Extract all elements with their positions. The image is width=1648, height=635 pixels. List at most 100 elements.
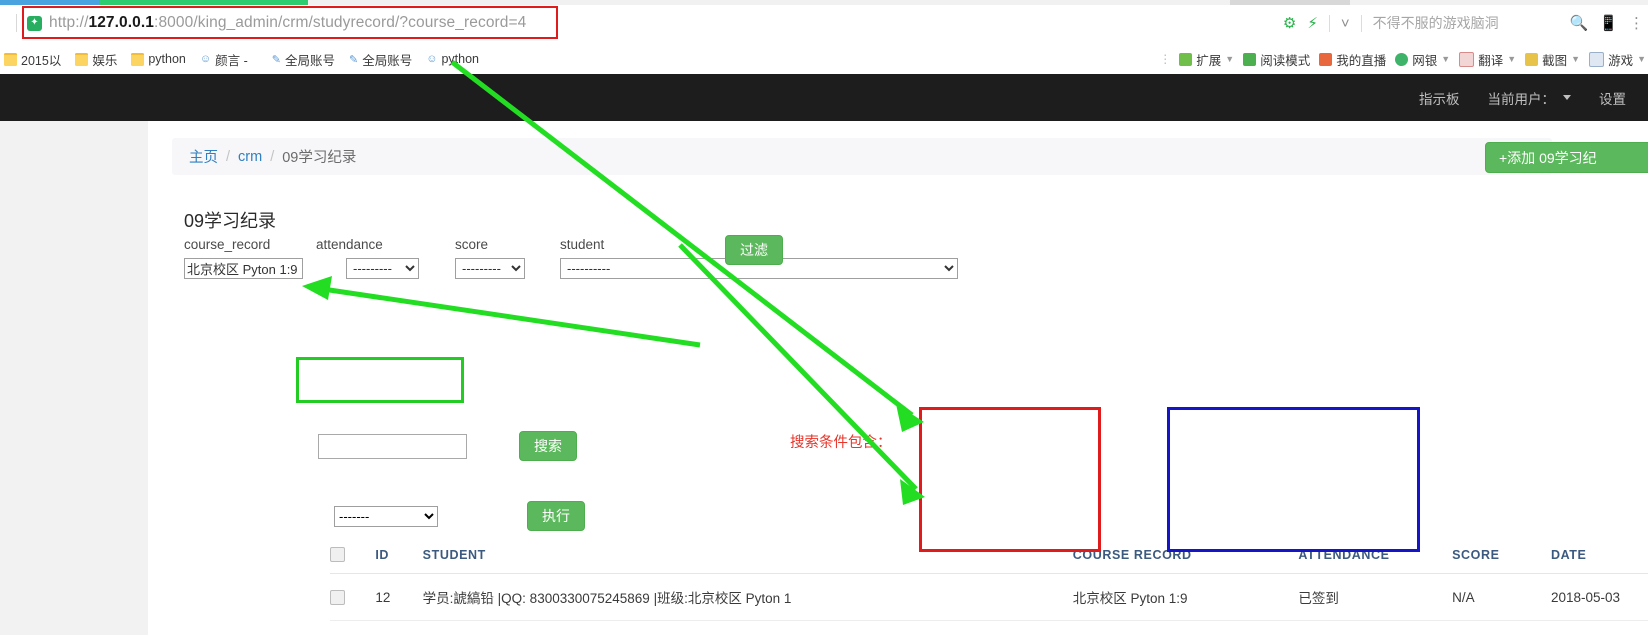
- toolbar-label: 我的直播: [1336, 53, 1387, 68]
- bookmark-item[interactable]: python: [131, 52, 186, 66]
- execute-button[interactable]: 执行: [527, 501, 585, 531]
- toolbar-item-bank[interactable]: 网银 ▼: [1395, 50, 1450, 69]
- chevron-down-icon[interactable]: ▼: [1507, 54, 1516, 64]
- filter-score-select[interactable]: ---------: [455, 258, 525, 279]
- filter-button[interactable]: 过滤: [725, 235, 783, 265]
- cell-course-record: 北京校区 Pyton 1:9: [1072, 573, 1299, 622]
- select-all-checkbox[interactable]: [330, 547, 345, 563]
- bookmark-item[interactable]: ☺ python: [426, 52, 479, 66]
- header-score[interactable]: SCORE: [1452, 541, 1551, 575]
- chevron-down-icon[interactable]: ▼: [1225, 54, 1234, 64]
- bookmark-item[interactable]: ✎ 全局账号: [349, 50, 412, 69]
- address-bar[interactable]: ✦ http://127.0.0.1:8000/king_admin/crm/s…: [16, 9, 1136, 37]
- bookmark-item[interactable]: 2015以: [4, 50, 61, 69]
- toolbar-item-translate[interactable]: 翻译 ▼: [1459, 50, 1516, 69]
- page-title: 09学习纪录: [184, 211, 277, 231]
- person-icon: ☺: [199, 53, 212, 65]
- header-student[interactable]: STUDENT: [422, 541, 1073, 575]
- cell-student: 学员:鄹睿墡 |QQ: 396376726548 |班级:北京校区 Pyton …: [422, 620, 1073, 635]
- browser-tabstrip: [0, 0, 1648, 5]
- filter-label: score: [455, 237, 489, 252]
- nav-dashboard-link[interactable]: 指示板: [1419, 88, 1460, 108]
- search-button[interactable]: 搜索: [519, 431, 577, 461]
- breadcrumb-app-link[interactable]: crm: [238, 149, 262, 165]
- cell-date: 2018-05-03: [1550, 573, 1648, 622]
- header-course-record[interactable]: COURSE RECORD: [1072, 541, 1299, 575]
- overflow-dots-icon[interactable]: ⋮: [1159, 52, 1171, 66]
- chevron-down-icon[interactable]: ▼: [1441, 54, 1450, 64]
- header-id[interactable]: ID: [375, 541, 423, 575]
- mobile-view-icon[interactable]: 📱: [1599, 16, 1618, 31]
- browser-tab-1[interactable]: [0, 0, 100, 5]
- browser-toolbar-right: ⚙ ⚡ ˅ 不得不服的游戏脑洞 🔍 📱 ⋮: [1283, 8, 1644, 38]
- bookmark-item[interactable]: ✎ 全局账号: [272, 50, 335, 69]
- bookmark-label: python: [148, 52, 186, 66]
- toolbar-label: 截图: [1542, 53, 1568, 68]
- shield-icon: ✦: [27, 15, 42, 31]
- table-header-row: ID STUDENT COURSE RECORD ATTENDANCE SCOR…: [330, 541, 1648, 575]
- breadcrumb-home-link[interactable]: 主页: [189, 146, 218, 167]
- url-host: 127.0.0.1: [88, 14, 155, 31]
- filter-button-label: 过滤: [740, 242, 768, 258]
- toolbar-label: 扩展: [1196, 53, 1222, 68]
- refresh-icon[interactable]: ⚙: [1283, 16, 1296, 31]
- nav-current-user[interactable]: 当前用户：: [1488, 88, 1571, 108]
- table-row[interactable]: 12 学员:諕縞铅 |QQ: 8300330075245869 |班级:北京校区…: [330, 573, 1648, 622]
- folder-icon: [4, 52, 17, 66]
- navbar-right-group: 指示板 当前用户： 设置: [1419, 74, 1626, 121]
- toolbar-item-game[interactable]: 游戏 ▼: [1589, 50, 1646, 69]
- annotation-green-box-filter: [296, 357, 464, 403]
- nav-settings-link[interactable]: 设置: [1599, 88, 1626, 108]
- table-row[interactable]: 11 学员:鄹睿墡 |QQ: 396376726548 |班级:北京校区 Pyt…: [330, 620, 1648, 635]
- bookmark-item[interactable]: ☺ 颜言 -: [200, 50, 248, 69]
- filter-attendance-select[interactable]: ---------: [346, 258, 419, 279]
- screenshot-root: ✦ http://127.0.0.1:8000/king_admin/crm/s…: [0, 0, 1648, 635]
- filter-score: score ---------: [455, 237, 560, 279]
- breadcrumb: 主页 / crm / 09学习纪录: [172, 138, 1552, 175]
- bulk-action-select[interactable]: -------: [334, 505, 438, 527]
- bookmark-item[interactable]: 娱乐: [75, 50, 117, 69]
- toolbar-item-reader[interactable]: 阅读模式: [1243, 50, 1310, 69]
- cell-attendance: 已签到: [1298, 573, 1453, 622]
- bookmark-label: 颜言 -: [215, 53, 248, 68]
- extensions-icon: [1179, 52, 1193, 66]
- main-content: 主页 / crm / 09学习纪录 +添加 09学习纪 09学习纪录 cours…: [148, 121, 1648, 635]
- search-icon[interactable]: 🔍: [1570, 16, 1589, 31]
- row-checkbox[interactable]: [330, 590, 345, 606]
- browser-search-box[interactable]: 不得不服的游戏脑洞: [1373, 13, 1499, 33]
- menu-icon[interactable]: ⋮: [1629, 16, 1644, 31]
- table-body: 12 学员:諕縞铅 |QQ: 8300330075245869 |班级:北京校区…: [330, 573, 1648, 635]
- breadcrumb-separator: /: [270, 148, 275, 165]
- url-rest: :8000/king_admin/crm/studyrecord/?course…: [154, 14, 527, 31]
- filter-bar: course_record attendance --------- score…: [184, 235, 958, 279]
- search-input[interactable]: [318, 433, 467, 459]
- url-prefix: http://: [49, 14, 89, 31]
- filter-label: attendance: [316, 237, 383, 252]
- chevron-down-icon[interactable]: ▼: [1637, 54, 1646, 64]
- records-table: ID STUDENT COURSE RECORD ATTENDANCE SCOR…: [330, 541, 1648, 635]
- admin-navbar: 指示板 当前用户： 设置: [0, 74, 1648, 121]
- header-attendance[interactable]: ATTENDANCE: [1298, 541, 1453, 575]
- filter-course-record: course_record: [184, 237, 304, 279]
- folder-icon: [75, 52, 89, 66]
- cell-id: 12: [375, 573, 423, 622]
- person-icon: ☺: [426, 53, 438, 65]
- filter-label: course_record: [184, 237, 271, 252]
- toolbar-item-extensions[interactable]: 扩展 ▼: [1179, 50, 1234, 69]
- table-head: ID STUDENT COURSE RECORD ATTENDANCE SCOR…: [330, 541, 1648, 575]
- toolbar-label: 阅读模式: [1260, 53, 1311, 68]
- bookmark-label: 全局账号: [362, 53, 413, 68]
- toolbar-item-live[interactable]: 我的直播: [1319, 50, 1386, 69]
- filter-course-record-input[interactable]: [184, 258, 303, 279]
- browser-tab-2[interactable]: [100, 0, 308, 5]
- row-checkbox-cell: [330, 573, 376, 622]
- lightning-icon[interactable]: ⚡: [1307, 16, 1318, 31]
- chevron-down-icon[interactable]: ▼: [1571, 54, 1580, 64]
- header-date[interactable]: DATE: [1550, 541, 1648, 575]
- chevron-down-icon[interactable]: ˅: [1341, 16, 1350, 31]
- bank-icon: [1395, 52, 1409, 66]
- toolbar-item-screenshot[interactable]: 截图 ▼: [1525, 50, 1580, 69]
- add-record-button[interactable]: +添加 09学习纪: [1485, 142, 1648, 173]
- browser-tab-3[interactable]: [1230, 0, 1350, 5]
- search-hint-text: 搜索条件包含：: [790, 435, 892, 451]
